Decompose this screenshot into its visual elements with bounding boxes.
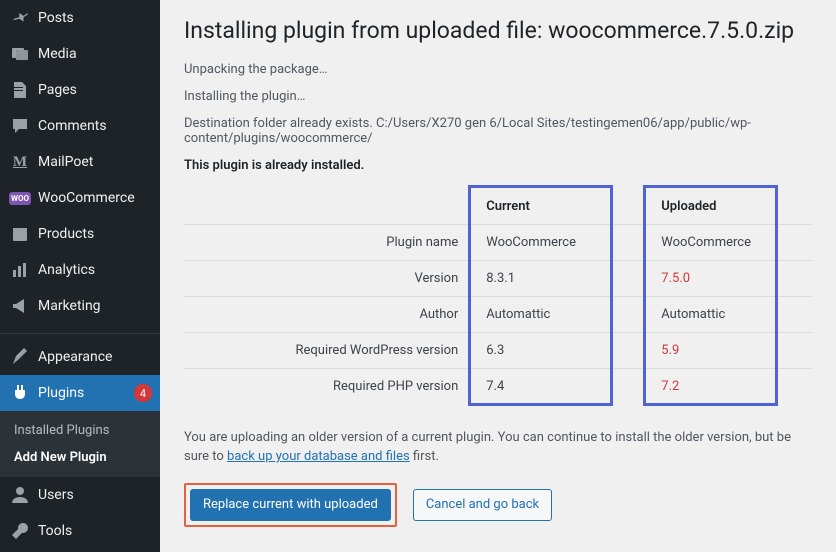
- row-label: Required WordPress version: [184, 332, 472, 368]
- replace-button-highlight: Replace current with uploaded: [184, 483, 397, 527]
- menu-item-marketing[interactable]: Marketing: [0, 288, 160, 324]
- row-label: Author: [184, 296, 472, 332]
- menu-item-posts[interactable]: Posts: [0, 0, 160, 36]
- menu-label: Marketing: [38, 298, 152, 314]
- cell-current: Automattic: [472, 296, 647, 332]
- status-unpacking: Unpacking the package…: [184, 62, 812, 77]
- menu-item-woocommerce[interactable]: WOO WooCommerce: [0, 180, 160, 216]
- admin-sidebar: Posts Media Pages Comments M MailPoet WOO WooCo…: [0, 0, 160, 552]
- plugins-submenu: Installed Plugins Add New Plugin: [0, 411, 160, 477]
- table-row: Required WordPress version6.35.9: [184, 332, 812, 368]
- menu-item-tools[interactable]: Tools: [0, 513, 160, 549]
- main-content: Installing plugin from uploaded file: wo…: [160, 0, 836, 552]
- menu-label: Pages: [38, 82, 152, 98]
- analytics-icon: [10, 260, 30, 280]
- media-icon: [10, 44, 30, 64]
- menu-label: Comments: [38, 118, 152, 134]
- comments-icon: [10, 116, 30, 136]
- menu-label: Plugins: [38, 385, 130, 401]
- submenu-add-new-plugin[interactable]: Add New Plugin: [0, 444, 160, 471]
- cell-uploaded: 5.9: [647, 332, 812, 368]
- tools-icon: [10, 521, 30, 541]
- cell-current: 7.4: [472, 368, 647, 404]
- page-icon: [10, 80, 30, 100]
- menu-item-appearance[interactable]: Appearance: [0, 339, 160, 375]
- marketing-icon: [10, 296, 30, 316]
- users-icon: [10, 485, 30, 505]
- status-destination: Destination folder already exists. C:/Us…: [184, 116, 812, 146]
- table-row: Version8.3.17.5.0: [184, 260, 812, 296]
- menu-label: WooCommerce: [38, 190, 152, 206]
- menu-item-users[interactable]: Users: [0, 477, 160, 513]
- table-row: Required PHP version7.47.2: [184, 368, 812, 404]
- row-label: Required PHP version: [184, 368, 472, 404]
- older-version-notice: You are uploading an older version of a …: [184, 428, 812, 467]
- row-label: Version: [184, 260, 472, 296]
- cell-uploaded: 7.2: [647, 368, 812, 404]
- menu-item-media[interactable]: Media: [0, 36, 160, 72]
- compare-table: Current Uploaded Plugin nameWooCommerceW…: [184, 189, 812, 404]
- menu-label: Media: [38, 46, 152, 62]
- menu-item-pages[interactable]: Pages: [0, 72, 160, 108]
- menu-label: Users: [38, 487, 152, 503]
- menu-item-comments[interactable]: Comments: [0, 108, 160, 144]
- submenu-installed-plugins[interactable]: Installed Plugins: [0, 417, 160, 444]
- cell-uploaded: 7.5.0: [647, 260, 812, 296]
- cell-uploaded: Automattic: [647, 296, 812, 332]
- menu-separator: [0, 329, 160, 334]
- cell-uploaded: WooCommerce: [647, 224, 812, 260]
- action-buttons: Replace current with uploaded Cancel and…: [184, 483, 812, 527]
- menu-label: MailPoet: [38, 154, 152, 170]
- appearance-icon: [10, 347, 30, 367]
- menu-label: Appearance: [38, 349, 152, 365]
- menu-item-mailpoet[interactable]: M MailPoet: [0, 144, 160, 180]
- status-installing: Installing the plugin…: [184, 89, 812, 104]
- col-header-current: Current: [472, 189, 647, 225]
- replace-button[interactable]: Replace current with uploaded: [190, 489, 391, 521]
- products-icon: [10, 224, 30, 244]
- menu-label: Products: [38, 226, 152, 242]
- cancel-button[interactable]: Cancel and go back: [413, 489, 552, 521]
- status-already-installed: This plugin is already installed.: [184, 158, 812, 173]
- menu-item-plugins[interactable]: Plugins4: [0, 375, 160, 411]
- menu-label: Tools: [38, 523, 152, 539]
- table-row: Plugin nameWooCommerceWooCommerce: [184, 224, 812, 260]
- woo-icon: WOO: [10, 188, 30, 208]
- update-badge: 4: [134, 384, 152, 402]
- page-title: Installing plugin from uploaded file: wo…: [184, 16, 812, 46]
- notice-text-post: first.: [410, 449, 439, 464]
- cell-current: 6.3: [472, 332, 647, 368]
- backup-link[interactable]: back up your database and files: [227, 449, 410, 464]
- menu-label: Analytics: [38, 262, 152, 278]
- menu-item-analytics[interactable]: Analytics: [0, 252, 160, 288]
- menu-item-products[interactable]: Products: [0, 216, 160, 252]
- table-row: AuthorAutomatticAutomattic: [184, 296, 812, 332]
- plugins-icon: [10, 383, 30, 403]
- col-header-uploaded: Uploaded: [647, 189, 812, 225]
- cell-current: 8.3.1: [472, 260, 647, 296]
- cell-current: WooCommerce: [472, 224, 647, 260]
- row-label: Plugin name: [184, 224, 472, 260]
- pin-icon: [10, 8, 30, 28]
- menu-label: Posts: [38, 10, 152, 26]
- mailpoet-icon: M: [10, 152, 30, 172]
